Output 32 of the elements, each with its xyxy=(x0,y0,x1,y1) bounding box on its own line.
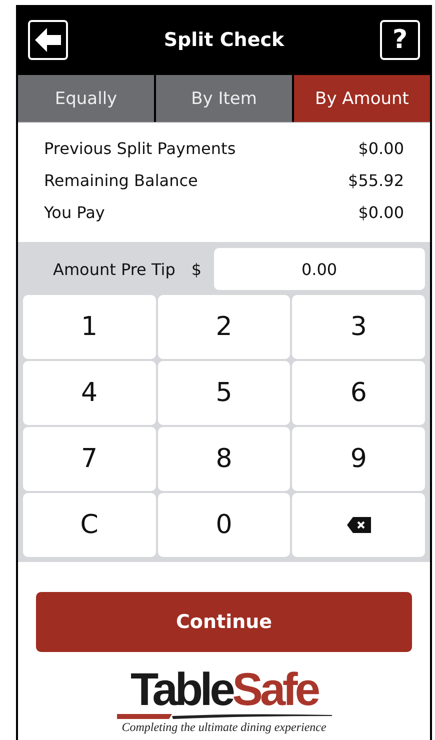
keypad-key[interactable]: 1 xyxy=(23,295,156,359)
keypad-key[interactable]: 0 xyxy=(158,493,290,557)
keypad-key[interactable]: 6 xyxy=(292,361,425,425)
logo-tagline: Completing the ultimate dining experience xyxy=(122,720,326,735)
summary-value: $55.92 xyxy=(348,171,404,190)
keypad-key[interactable]: 4 xyxy=(23,361,156,425)
amount-label: Amount Pre Tip xyxy=(53,260,176,278)
summary-label: Remaining Balance xyxy=(44,171,198,190)
summary-value: $0.00 xyxy=(358,139,404,158)
keypad-key[interactable]: 3 xyxy=(292,295,425,359)
keypad-key[interactable]: 5 xyxy=(158,361,290,425)
keypad-key[interactable]: 8 xyxy=(158,427,290,491)
currency-symbol: $ xyxy=(191,260,202,278)
tab[interactable]: By Item xyxy=(156,75,294,122)
tab[interactable]: Equally xyxy=(18,75,156,122)
summary-label: You Pay xyxy=(44,203,105,222)
tab[interactable]: By Amount xyxy=(294,75,430,122)
keypad-key[interactable]: 7 xyxy=(23,427,156,491)
summary-label: Previous Split Payments xyxy=(44,139,236,158)
back-button[interactable] xyxy=(28,20,68,60)
amount-field[interactable]: 0.00 xyxy=(214,248,425,290)
logo-wordmark: TableSafe xyxy=(130,666,318,712)
help-button[interactable]: ? xyxy=(380,20,420,60)
summary-value: $0.00 xyxy=(358,203,404,222)
keypad-key[interactable]: 2 xyxy=(158,295,290,359)
keypad-key[interactable]: C xyxy=(23,493,156,557)
arrow-left-icon xyxy=(34,27,62,53)
backspace-key[interactable] xyxy=(292,493,425,557)
keypad-key[interactable]: 9 xyxy=(292,427,425,491)
continue-button[interactable]: Continue xyxy=(36,592,412,652)
backspace-icon xyxy=(346,517,371,533)
screen-title: Split Check xyxy=(164,29,284,51)
